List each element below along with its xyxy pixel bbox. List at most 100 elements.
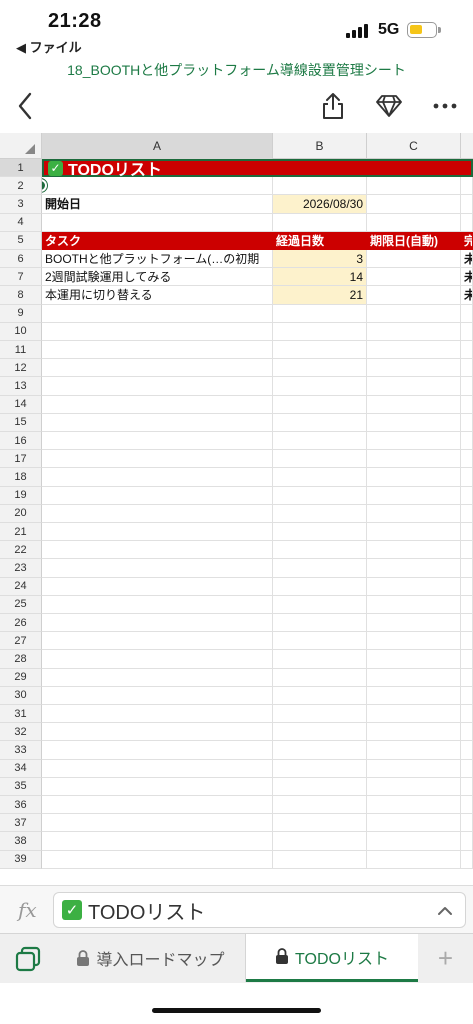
grid-cell[interactable] [367, 432, 461, 451]
row-header[interactable]: 16 [0, 432, 42, 451]
grid-cell[interactable] [461, 632, 473, 651]
grid-cell[interactable] [367, 668, 461, 687]
grid-cell[interactable] [273, 777, 367, 796]
grid-cell[interactable] [367, 213, 461, 232]
grid-cell[interactable] [42, 322, 273, 341]
start-date-value[interactable]: 2026/08/30 [273, 195, 367, 214]
grid-cell[interactable] [367, 195, 461, 214]
grid-cell[interactable] [367, 759, 461, 778]
grid-cell[interactable] [42, 668, 273, 687]
grid-cell[interactable] [273, 796, 367, 815]
back-button[interactable] [10, 88, 40, 124]
column-header-b[interactable]: B [273, 133, 367, 159]
function-icon[interactable]: fx [18, 898, 37, 922]
grid-cell[interactable] [273, 213, 367, 232]
grid-cell[interactable] [367, 796, 461, 815]
row-header[interactable]: 1 [0, 159, 42, 178]
grid-cell[interactable] [461, 395, 473, 414]
grid-cell[interactable] [367, 559, 461, 578]
grid-cell[interactable] [273, 359, 367, 378]
row-header[interactable]: 19 [0, 486, 42, 505]
grid-cell[interactable] [42, 850, 273, 869]
header-status[interactable]: 完 [461, 231, 473, 250]
grid-cell[interactable] [461, 796, 473, 815]
grid-cell[interactable] [273, 177, 367, 196]
grid-cell[interactable] [273, 377, 367, 396]
row-header[interactable]: 22 [0, 541, 42, 560]
sheet-list-button[interactable] [10, 944, 46, 974]
grid-cell[interactable] [273, 541, 367, 560]
grid-cell[interactable] [273, 632, 367, 651]
row-header[interactable]: 4 [0, 213, 42, 232]
row-header[interactable]: 33 [0, 741, 42, 760]
grid-cell[interactable] [367, 814, 461, 833]
grid-cell[interactable] [461, 850, 473, 869]
grid-cell[interactable] [42, 468, 273, 487]
row-header[interactable]: 7 [0, 268, 42, 287]
select-all-corner[interactable] [0, 133, 42, 159]
grid-cell[interactable] [42, 650, 273, 669]
grid-cell[interactable] [461, 432, 473, 451]
grid-cell[interactable] [273, 614, 367, 633]
grid-cell[interactable] [461, 304, 473, 323]
grid-cell[interactable] [42, 341, 273, 360]
grid-cell[interactable] [273, 468, 367, 487]
grid-cell[interactable] [367, 377, 461, 396]
grid-cell[interactable] [461, 322, 473, 341]
header-task[interactable]: タスク [42, 231, 273, 250]
row-header[interactable]: 30 [0, 686, 42, 705]
row-header[interactable]: 3 [0, 195, 42, 214]
grid-cell[interactable] [42, 595, 273, 614]
grid-cell[interactable] [42, 741, 273, 760]
grid-cell[interactable] [367, 777, 461, 796]
row-header[interactable]: 24 [0, 577, 42, 596]
row-header[interactable]: 37 [0, 814, 42, 833]
grid-cell[interactable] [461, 359, 473, 378]
grid-cell[interactable] [367, 832, 461, 851]
grid-cell[interactable] [273, 450, 367, 469]
row-header[interactable]: 35 [0, 777, 42, 796]
elapsed-cell[interactable]: 21 [273, 286, 367, 305]
grid-cell[interactable] [273, 395, 367, 414]
status-cell[interactable]: 未 [461, 286, 473, 305]
row-header[interactable]: 18 [0, 468, 42, 487]
tab-todo[interactable]: TODOリスト [246, 934, 418, 982]
grid-cell[interactable] [461, 832, 473, 851]
grid-cell[interactable] [273, 759, 367, 778]
row-header[interactable]: 38 [0, 832, 42, 851]
todo-title-cell[interactable]: ✓ TODOリスト [42, 159, 473, 179]
grid-cell[interactable] [42, 759, 273, 778]
grid-cell[interactable] [461, 777, 473, 796]
grid-cell[interactable] [367, 504, 461, 523]
premium-button[interactable] [372, 88, 406, 124]
grid-cell[interactable] [461, 413, 473, 432]
grid-cell[interactable] [367, 486, 461, 505]
start-date-label[interactable]: 開始日 [42, 195, 273, 214]
task-cell[interactable]: BOOTHと他プラットフォーム(…の初期 [42, 250, 273, 269]
grid-cell[interactable] [273, 486, 367, 505]
row-header[interactable]: 12 [0, 359, 42, 378]
header-elapsed-days[interactable]: 経過日数 [273, 231, 367, 250]
row-header[interactable]: 23 [0, 559, 42, 578]
grid-cell[interactable] [367, 650, 461, 669]
row-header[interactable]: 17 [0, 450, 42, 469]
grid-cell[interactable] [367, 523, 461, 542]
row-header[interactable]: 26 [0, 614, 42, 633]
tab-roadmap[interactable]: 導入ロードマップ [56, 934, 246, 982]
grid-cell[interactable] [273, 705, 367, 724]
grid-cell[interactable] [461, 650, 473, 669]
grid-cell[interactable] [42, 177, 273, 196]
grid-cell[interactable] [367, 632, 461, 651]
grid-cell[interactable] [461, 577, 473, 596]
status-cell[interactable]: 未 [461, 250, 473, 269]
grid-cell[interactable] [42, 814, 273, 833]
grid-cell[interactable] [42, 450, 273, 469]
grid-cell[interactable] [273, 341, 367, 360]
status-cell[interactable]: 未 [461, 268, 473, 287]
grid-cell[interactable] [367, 850, 461, 869]
grid-cell[interactable] [42, 686, 273, 705]
grid-cell[interactable] [461, 705, 473, 724]
task-cell[interactable]: 本運用に切り替える [42, 286, 273, 305]
grid-cell[interactable] [273, 577, 367, 596]
due-date-cell[interactable] [367, 250, 461, 269]
